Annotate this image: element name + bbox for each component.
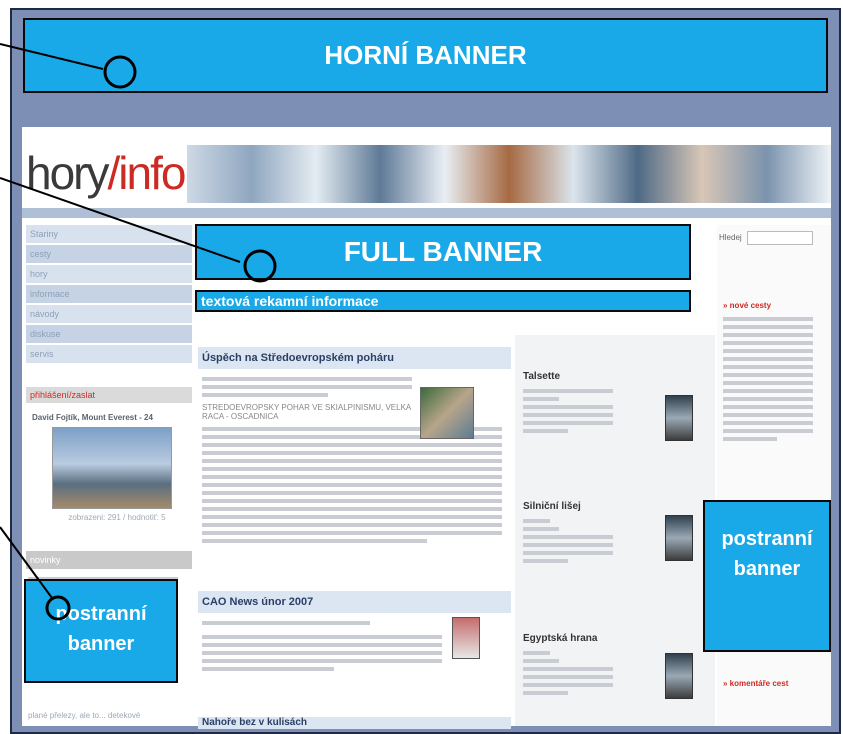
photo-caption[interactable]: David Fojtík, Mount Everest - 24 [32,413,192,422]
side-banner-label: postranní [721,528,813,550]
header-photo-strip [187,145,831,203]
route-details [523,389,613,437]
article-title[interactable]: Úspěch na Středoevropském poháru [198,347,511,369]
photo-stats: zobrazeni: 291 / hodnotiť: 5 [68,513,166,522]
nav-item[interactable]: Stariny [26,225,192,243]
search-input[interactable] [747,231,813,245]
logo-slash: / [107,147,120,199]
site-header: hory/info [22,135,831,205]
logo-text-hory: hory [26,147,109,199]
article-lead: STREDOEVROPSKY POHAR VE SKIALPINISMU, VE… [202,403,411,421]
nav-item[interactable]: cesty [26,245,192,263]
full-banner-placeholder[interactable]: FULL BANNER [195,224,691,280]
header-divider-bar [22,208,831,218]
site-logo[interactable]: hory/info [26,145,186,201]
new-routes-list [723,317,813,445]
route-details [523,651,613,699]
search-label: Hledej [719,233,742,242]
new-routes-column: Talsette Silniční lišej Egyptská hrana [515,335,715,726]
article-body [202,621,442,675]
new-routes-header[interactable]: » nové cesty [723,301,771,310]
nav-item[interactable]: diskuse [26,325,192,343]
side-banner-label: postranní [55,603,147,625]
article-body [202,427,502,547]
left-side-banner-placeholder[interactable]: postranní banner [24,579,178,683]
nav-item[interactable]: hory [26,265,192,283]
nav-item[interactable]: návody [26,305,192,323]
article-thumbnail[interactable] [420,387,474,439]
article-title[interactable]: Nahoře bez v kulisách [198,717,511,729]
side-banner-label: banner [67,633,135,655]
article-title[interactable]: CAO News únor 2007 [198,591,511,613]
article-thumbnail[interactable] [452,617,480,659]
left-bottom-text: plané přelezy, ale to... detekové [28,711,141,720]
route-title[interactable]: Talsette [523,371,560,382]
comments-header[interactable]: » komentáře cest [723,679,788,688]
side-banner-label: banner [733,558,801,580]
route-photo[interactable] [665,515,693,561]
left-navigation: Stariny cesty hory informace návody disk… [26,225,192,365]
left-login-header[interactable]: přihlášení/zaslat [26,387,192,403]
text-ad-placeholder[interactable]: textová rekamní informace [195,290,691,312]
route-photo[interactable] [665,395,693,441]
route-title[interactable]: Silniční lišej [523,501,581,512]
route-title[interactable]: Egyptská hrana [523,633,597,644]
top-banner-placeholder[interactable]: HORNÍ BANNER [23,18,828,93]
article-body [202,377,412,401]
photo-of-the-week[interactable] [52,427,172,509]
route-photo[interactable] [665,653,693,699]
left-news-header: novinky [26,551,192,569]
route-details [523,519,613,567]
right-side-banner-placeholder[interactable]: postranní banner [703,500,831,652]
logo-text-info: info [118,147,186,199]
nav-item[interactable]: informace [26,285,192,303]
nav-item[interactable]: servis [26,345,192,363]
